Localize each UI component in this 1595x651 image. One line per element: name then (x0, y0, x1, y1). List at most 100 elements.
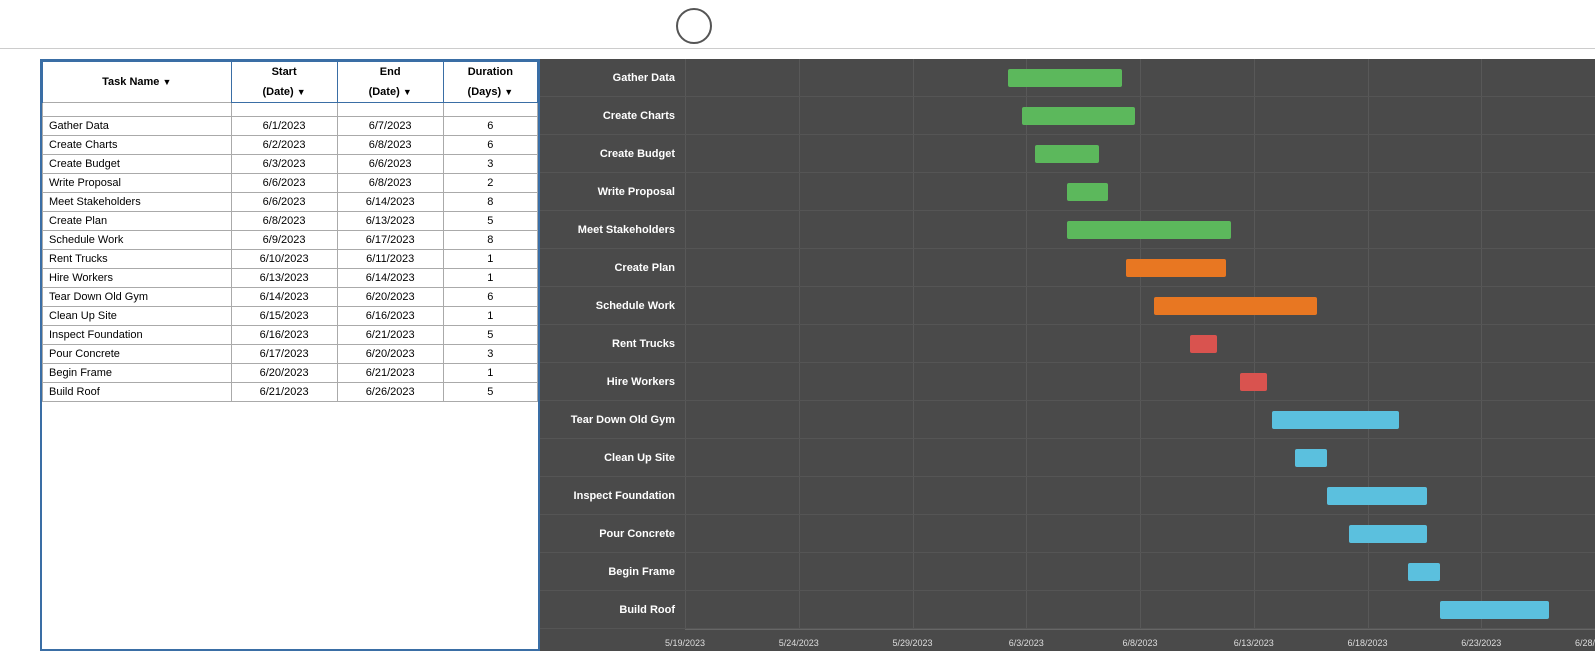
task-name-cell: Tear Down Old Gym (43, 288, 232, 307)
gantt-bar (1295, 449, 1327, 467)
end-cell: 6/17/2023 (337, 231, 443, 250)
gantt-axis-label: 6/18/2023 (1347, 638, 1387, 648)
dur-cell: 6 (443, 117, 537, 136)
pm-logo-icon (676, 8, 712, 44)
gantt-row: Begin Frame (540, 553, 1595, 591)
task-name-cell: Rent Trucks (43, 250, 232, 269)
start-cell: 6/9/2023 (231, 231, 337, 250)
gantt-row: Inspect Foundation (540, 477, 1595, 515)
gantt-chart: Gather DataCreate ChartsCreate BudgetWri… (540, 59, 1595, 651)
task-name-cell: Gather Data (43, 117, 232, 136)
task-name-cell: Create Plan (43, 212, 232, 231)
col-end-header: End (337, 62, 443, 83)
end-cell: 6/8/2023 (337, 136, 443, 155)
task-name-cell: Clean Up Site (43, 307, 232, 326)
end-cell: 6/14/2023 (337, 269, 443, 288)
end-cell: 6/6/2023 (337, 155, 443, 174)
gantt-row-track (685, 553, 1595, 590)
start-cell: 6/6/2023 (231, 174, 337, 193)
gantt-row-track (685, 401, 1595, 438)
gantt-axis-label: 5/24/2023 (779, 638, 819, 648)
gantt-row-label: Meet Stakeholders (540, 224, 685, 236)
table-row: Rent Trucks 6/10/2023 6/11/2023 1 (43, 250, 538, 269)
gantt-row: Meet Stakeholders (540, 211, 1595, 249)
gantt-row-label: Pour Concrete (540, 528, 685, 540)
col-start-sub: (Date) ▼ (231, 82, 337, 103)
col-start-header: Start (231, 62, 337, 83)
gantt-row-track (685, 363, 1595, 400)
dur-cell: 1 (443, 364, 537, 383)
gantt-row: Schedule Work (540, 287, 1595, 325)
dur-cell: 8 (443, 193, 537, 212)
dur-cell: 1 (443, 250, 537, 269)
col-dur-header: Duration (443, 62, 537, 83)
end-cell: 6/20/2023 (337, 345, 443, 364)
gantt-bar (1154, 297, 1318, 315)
table-row: Write Proposal 6/6/2023 6/8/2023 2 (43, 174, 538, 193)
gantt-row-track (685, 59, 1595, 96)
table-row: Create Charts 6/2/2023 6/8/2023 6 (43, 136, 538, 155)
gantt-row-label: Hire Workers (540, 376, 685, 388)
gantt-axis-label: 5/19/2023 (665, 638, 705, 648)
end-cell: 6/20/2023 (337, 288, 443, 307)
gantt-row: Create Charts (540, 97, 1595, 135)
gantt-row-label: Clean Up Site (540, 452, 685, 464)
end-cell: 6/21/2023 (337, 364, 443, 383)
end-cell: 6/11/2023 (337, 250, 443, 269)
gantt-row-label: Write Proposal (540, 186, 685, 198)
dur-cell: 2 (443, 174, 537, 193)
gantt-axis-label: 6/8/2023 (1122, 638, 1157, 648)
start-cell: 6/15/2023 (231, 307, 337, 326)
gantt-row-label: Build Roof (540, 604, 685, 616)
gantt-axis-label: 5/29/2023 (892, 638, 932, 648)
gantt-row-label: Rent Trucks (540, 338, 685, 350)
task-table: Task Name ▼ Start End Duration (Date) ▼ … (40, 59, 540, 651)
gantt-row-track (685, 477, 1595, 514)
main-content: Task Name ▼ Start End Duration (Date) ▼ … (0, 49, 1595, 651)
page-header (0, 0, 1595, 49)
table-row: Gather Data 6/1/2023 6/7/2023 6 (43, 117, 538, 136)
start-cell: 6/16/2023 (231, 326, 337, 345)
gantt-bar (1035, 145, 1099, 163)
gantt-row: Clean Up Site (540, 439, 1595, 477)
gantt-row: Pour Concrete (540, 515, 1595, 553)
end-cell: 6/8/2023 (337, 174, 443, 193)
gantt-row-track (685, 211, 1595, 248)
start-cell: 6/2/2023 (231, 136, 337, 155)
gantt-bar (1190, 335, 1217, 353)
table-row: Create Plan 6/8/2023 6/13/2023 5 (43, 212, 538, 231)
gantt-row-label: Tear Down Old Gym (540, 414, 685, 426)
dur-cell: 6 (443, 288, 537, 307)
gantt-row-label: Schedule Work (540, 300, 685, 312)
dur-cell: 1 (443, 307, 537, 326)
gantt-bar (1022, 107, 1136, 125)
task-name-cell: Meet Stakeholders (43, 193, 232, 212)
table-row: Tear Down Old Gym 6/14/2023 6/20/2023 6 (43, 288, 538, 307)
start-cell: 6/13/2023 (231, 269, 337, 288)
gantt-bar (1126, 259, 1226, 277)
end-cell: 6/13/2023 (337, 212, 443, 231)
gantt-row-label: Create Budget (540, 148, 685, 160)
start-cell: 6/3/2023 (231, 155, 337, 174)
task-name-cell: Pour Concrete (43, 345, 232, 364)
gantt-bar (1272, 411, 1399, 429)
gantt-bar (1067, 183, 1108, 201)
gantt-bar (1440, 601, 1549, 619)
gantt-bar (1327, 487, 1427, 505)
end-cell: 6/21/2023 (337, 326, 443, 345)
start-cell: 6/20/2023 (231, 364, 337, 383)
table-row: Begin Frame 6/20/2023 6/21/2023 1 (43, 364, 538, 383)
dur-cell: 5 (443, 212, 537, 231)
task-name-cell: Inspect Foundation (43, 326, 232, 345)
gantt-row-track (685, 591, 1595, 628)
start-cell: 6/8/2023 (231, 212, 337, 231)
end-cell: 6/7/2023 (337, 117, 443, 136)
gantt-row: Write Proposal (540, 173, 1595, 211)
dur-cell: 3 (443, 155, 537, 174)
end-cell: 6/26/2023 (337, 383, 443, 402)
gantt-row: Build Roof (540, 591, 1595, 629)
gantt-bar (1349, 525, 1426, 543)
gantt-row-track (685, 515, 1595, 552)
col-task-header: Task Name ▼ (43, 62, 232, 103)
gantt-row-track (685, 173, 1595, 210)
